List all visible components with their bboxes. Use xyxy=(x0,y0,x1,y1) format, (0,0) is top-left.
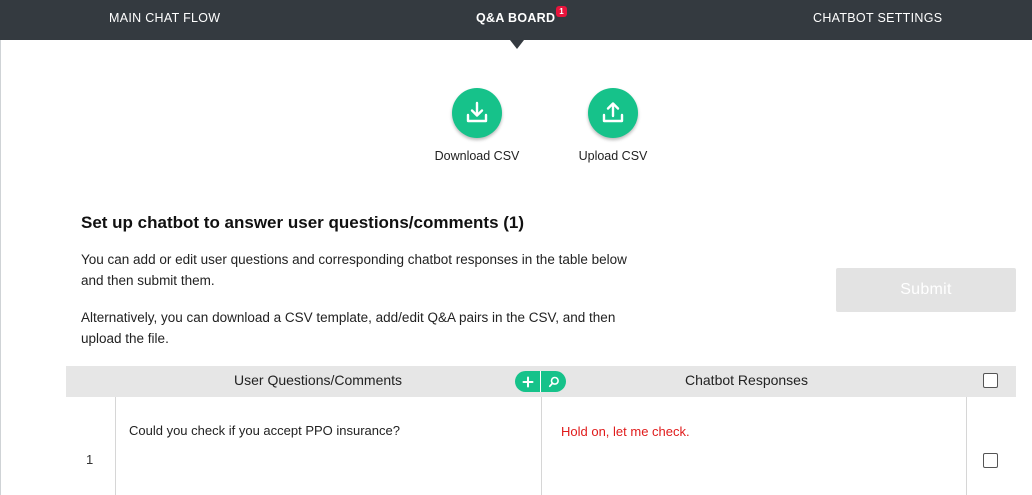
table-tools xyxy=(515,371,566,392)
question-text: Could you check if you accept PPO insura… xyxy=(129,423,400,438)
select-all-checkbox[interactable] xyxy=(983,373,998,388)
download-csv-label: Download CSV xyxy=(434,149,520,163)
upload-csv-button[interactable] xyxy=(588,88,638,138)
divider xyxy=(0,40,1,495)
response-cell[interactable]: Hold on, let me check. xyxy=(541,397,967,495)
response-text: Hold on, let me check. xyxy=(561,424,690,439)
submit-button[interactable]: Submit xyxy=(836,268,1016,312)
question-cell[interactable]: Could you check if you accept PPO insura… xyxy=(115,397,542,495)
search-icon xyxy=(548,376,559,387)
table-header: User Questions/Comments Chatbot Response… xyxy=(66,366,1016,397)
notification-badge: 1 xyxy=(556,6,567,17)
download-csv-button[interactable] xyxy=(452,88,502,138)
tab-main-chat-flow[interactable]: MAIN CHAT FLOW xyxy=(109,0,220,40)
add-row-button[interactable] xyxy=(515,371,540,392)
download-csv-action: Download CSV xyxy=(422,88,532,163)
upload-csv-label: Upload CSV xyxy=(578,149,648,163)
instructions-text: You can add or edit user questions and c… xyxy=(81,252,627,288)
plus-icon xyxy=(522,376,533,387)
download-icon xyxy=(466,101,488,123)
alternative-instructions-text: Alternatively, you can download a CSV te… xyxy=(81,310,616,346)
column-header-responses: Chatbot Responses xyxy=(685,372,808,388)
row-checkbox[interactable] xyxy=(983,453,998,468)
top-navigation: MAIN CHAT FLOW Q&A BOARD 1 CHATBOT SETTI… xyxy=(0,0,1032,40)
active-tab-caret xyxy=(510,40,524,49)
tab-qa-board[interactable]: Q&A BOARD xyxy=(476,0,555,40)
search-button[interactable] xyxy=(541,371,566,392)
page-title: Set up chatbot to answer user questions/… xyxy=(81,213,525,232)
upload-csv-action: Upload CSV xyxy=(558,88,668,163)
upload-icon xyxy=(602,102,624,123)
tab-chatbot-settings[interactable]: CHATBOT SETTINGS xyxy=(813,0,942,40)
column-header-questions: User Questions/Comments xyxy=(234,372,403,388)
row-number: 1 xyxy=(86,452,94,467)
